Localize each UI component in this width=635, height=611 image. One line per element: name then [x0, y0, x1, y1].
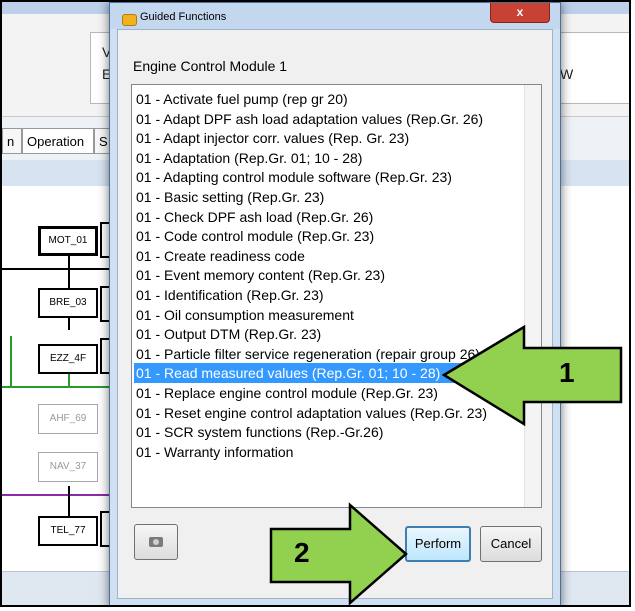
arrow-2-icon	[269, 502, 408, 605]
screenshot-frame: V E W n Operation S MOT_01 BRE_03 EZZ_4F…	[0, 0, 631, 607]
annotation-layer	[269, 324, 623, 605]
arrow-1-icon	[441, 324, 623, 427]
arrow-2-label: 2	[294, 537, 310, 568]
arrow-1-label: 1	[559, 357, 575, 388]
